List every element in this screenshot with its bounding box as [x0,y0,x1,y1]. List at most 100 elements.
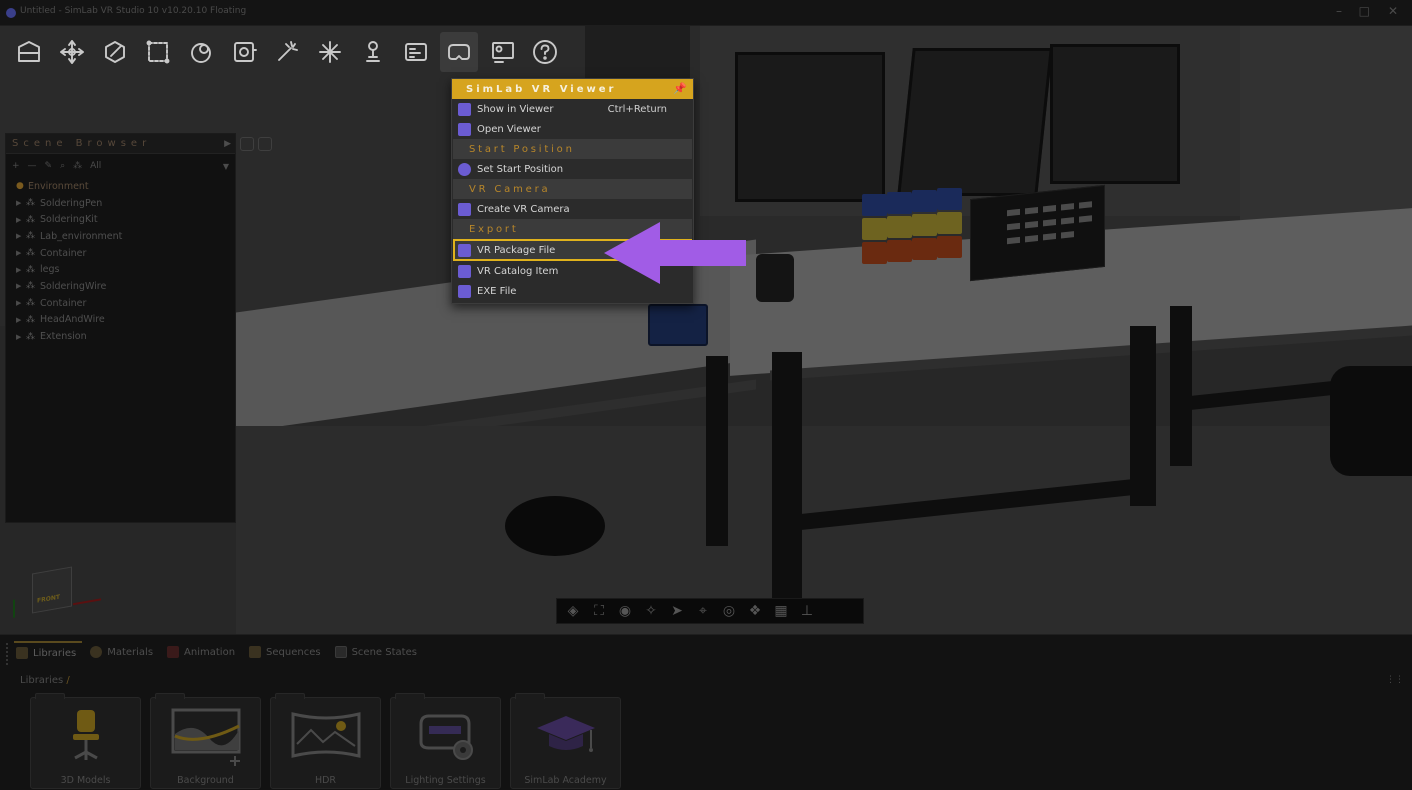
breadcrumb: Libraries / [20,675,70,686]
tree-item[interactable]: ▶ ⁂ Lab_environment [6,228,235,245]
camera-icon[interactable]: ◎ [719,602,739,620]
add-icon[interactable]: + [12,161,20,171]
transform-button[interactable] [53,32,91,72]
tree-item[interactable]: ▶ ⁂ SolderingKit [6,211,235,228]
panel-options-icon[interactable]: ⋮⋮ [1386,675,1404,685]
avatar-button[interactable] [354,32,392,72]
menu-item-label: VR Catalog Item [477,265,559,277]
snap-icon[interactable]: ❖ [745,602,765,620]
storage-bin [887,240,912,262]
expand-caret-icon[interactable]: ▶ [16,249,26,257]
navigation-cube[interactable]: FRONT [13,566,101,618]
materials-icon [90,646,103,658]
hierarchy-icon[interactable]: ⁂ [73,161,82,171]
lights-icon [319,41,341,63]
pointer-icon[interactable]: ➤ [667,602,687,620]
display-mode-icon[interactable]: ◈ [563,602,583,620]
import-button[interactable] [10,32,48,72]
wall-panel [1240,26,1412,226]
render-button[interactable] [225,32,263,72]
expand-caret-icon[interactable]: ▶ [16,199,26,207]
presentation-button[interactable] [483,32,521,72]
expand-caret-icon[interactable]: ▶ [16,216,26,224]
library-card-hdr[interactable]: HDR [270,693,381,789]
tree-item[interactable]: ▶ ⁂ Container [6,245,235,262]
tree-item[interactable]: ▶ ⁂ SolderingWire [6,278,235,295]
bottom-tabs: Libraries Materials Animation Sequences … [14,641,423,663]
drawer [1061,231,1074,239]
close-button[interactable]: ✕ [1388,4,1398,18]
minimize-button[interactable]: – [1336,4,1342,18]
wall-window [897,48,1053,196]
collapse-arrow-icon[interactable]: ▶ [224,139,231,149]
scenes-button[interactable] [397,32,435,72]
maximize-button[interactable]: □ [1359,4,1370,18]
tab-scene-states[interactable]: Scene States [333,641,423,663]
group-icon: ⁂ [26,314,35,325]
title-bar: Untitled - SimLab VR Studio 10 v10.20.10… [0,0,1412,26]
tab-sequences[interactable]: Sequences [247,641,327,663]
tree-item-environment[interactable]: ● Environment [6,178,235,195]
filter-label[interactable]: All [90,161,101,171]
filter-dropdown-icon[interactable]: ▼ [223,162,229,171]
remove-icon[interactable]: — [28,161,37,171]
soldering-kit [756,254,794,302]
tab-libraries[interactable]: Libraries [14,641,83,663]
bottom-panel: Libraries Materials Animation Sequences … [0,634,1412,790]
grid-icon[interactable]: ▦ [771,602,791,620]
scene-browser-panel: Scene Browser ▶ + — ✎ ⌕ ⁂ All ▼ ● Enviro… [5,133,236,523]
viewport-toggle-icon[interactable] [240,137,254,151]
expand-caret-icon[interactable]: ▶ [16,333,26,341]
tree-item[interactable]: ▶ ⁂ HeadAndWire [6,312,235,329]
scene-browser-filter-bar: + — ✎ ⌕ ⁂ All ▼ [6,154,235,178]
library-card-simlab-academy[interactable]: SimLab Academy [510,693,621,789]
catalog-icon [458,264,471,278]
create-vr-camera-item[interactable]: Create VR Camera [453,199,692,219]
library-card-lighting-settings[interactable]: Lighting Settings [390,693,501,789]
storage-bin [862,242,887,264]
open-viewer-item[interactable]: Open Viewer [453,119,692,139]
search-icon[interactable]: ⌕ [60,161,65,171]
pin-icon[interactable]: ✎ [45,161,53,171]
ground-icon[interactable]: ⊥ [797,602,817,620]
panel-drag-handle[interactable] [6,643,10,665]
effects-button[interactable] [268,32,306,72]
materials-button[interactable] [182,32,220,72]
tree-item[interactable]: ▶ ⁂ SolderingPen [6,195,235,212]
library-card-background[interactable]: Background [150,693,261,789]
light-icon[interactable]: ✧ [641,602,661,620]
drawer [1025,234,1038,243]
viewport-toggle-icon[interactable] [258,137,272,151]
breadcrumb-item[interactable]: Libraries [20,675,63,686]
shading-icon[interactable]: ◉ [615,602,635,620]
expand-caret-icon[interactable]: ▶ [16,299,26,307]
selection-button[interactable] [139,32,177,72]
tree-item-label: Container [40,247,87,259]
vr-viewer-button[interactable] [440,32,478,72]
expand-caret-icon[interactable]: ▶ [16,282,26,290]
viewer-icon [458,102,471,116]
tab-animation[interactable]: Animation [165,641,241,663]
focus-icon[interactable]: ⌖ [693,602,713,620]
show-in-viewer-item[interactable]: Show in Viewer Ctrl+Return [453,99,692,119]
menu-title: SimLab VR Viewer [466,83,617,95]
expand-caret-icon[interactable]: ▶ [16,316,26,324]
expand-caret-icon[interactable]: ▶ [16,232,26,240]
hdr-panorama-icon [291,712,361,758]
card-label: SimLab Academy [524,775,607,786]
tree-item[interactable]: ▶ ⁂ Extension [6,328,235,345]
expand-caret-icon[interactable]: ▶ [16,266,26,274]
set-start-position-item[interactable]: Set Start Position [453,159,692,179]
tree-item[interactable]: ▶ ⁂ Container [6,295,235,312]
help-icon [533,40,557,64]
pin-icon[interactable]: 📌 [673,82,687,95]
tree-item[interactable]: ▶ ⁂ legs [6,261,235,278]
help-button[interactable] [526,32,564,72]
library-card-3d-models[interactable]: 3D Models [30,693,141,789]
scene-browser-header: Scene Browser ▶ [6,134,235,154]
lights-button[interactable] [311,32,349,72]
presentation-icon [492,42,514,63]
edit-button[interactable] [96,32,134,72]
zoom-extents-icon[interactable]: ⛶ [589,602,609,620]
tab-materials[interactable]: Materials [88,641,159,663]
